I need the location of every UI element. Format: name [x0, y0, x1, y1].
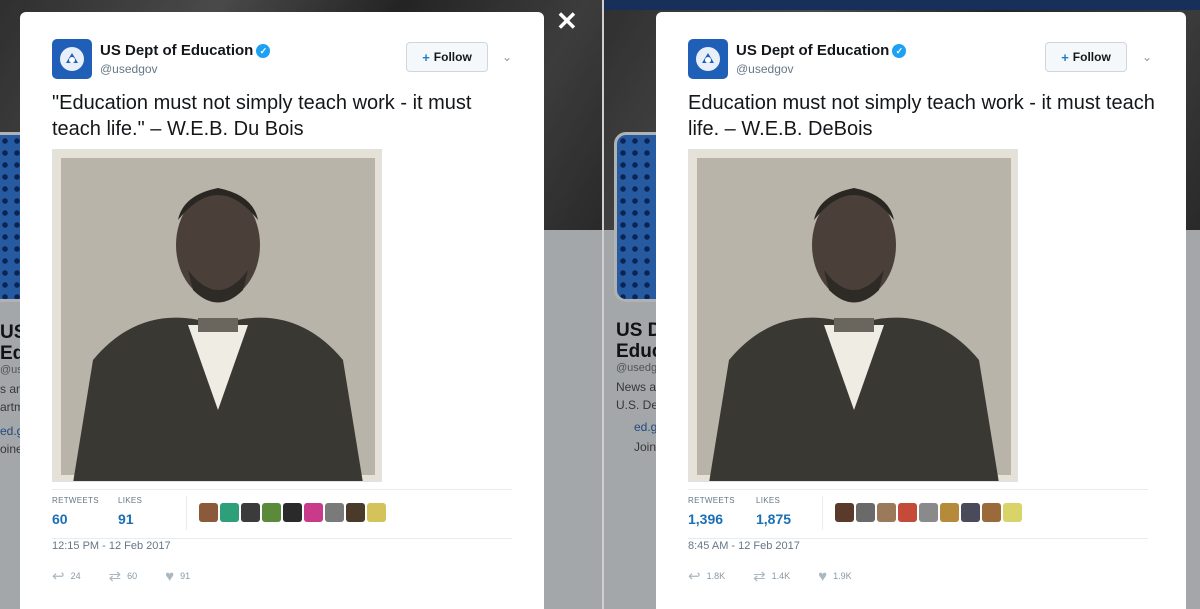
liker-avatar[interactable] [1003, 503, 1022, 522]
tweet-actions: ↩ 24 ⇄ 60 ♥ 91 [52, 567, 190, 586]
liker-avatar[interactable] [919, 503, 938, 522]
like-count: 1.9K [833, 571, 852, 581]
tweet-stats: RETWEETS 60 LIKES 91 [52, 489, 512, 539]
retweets-label: RETWEETS [688, 496, 735, 505]
liker-avatar[interactable] [241, 503, 260, 522]
account-name[interactable]: US Dept of Education ✓ [100, 42, 271, 59]
retweets-stat[interactable]: RETWEETS 60 [52, 496, 99, 527]
tweet-photo[interactable] [52, 149, 382, 482]
tweet-photo[interactable] [688, 149, 1018, 482]
tweet-text: "Education must not simply teach work - … [52, 92, 472, 140]
account-name-text[interactable]: US Dept of Education [100, 42, 253, 59]
stats-divider [186, 496, 187, 530]
left-screenshot: US De Educa @usedg s and artme ed.go oin… [0, 0, 602, 609]
liker-avatar[interactable] [346, 503, 365, 522]
likes-label: LIKES [118, 496, 143, 505]
reply-count: 24 [70, 571, 81, 581]
liker-avatar[interactable] [877, 503, 896, 522]
verified-icon: ✓ [892, 44, 907, 58]
liker-avatar[interactable] [283, 503, 302, 522]
liker-avatar[interactable] [940, 503, 959, 522]
liker-avatar[interactable] [961, 503, 980, 522]
liker-avatars [199, 503, 386, 522]
like-button[interactable]: ♥ 1.9K [818, 567, 851, 585]
chevron-down-icon[interactable]: ⌄ [502, 50, 512, 64]
retweets-count[interactable]: 60 [52, 511, 99, 527]
tweet-text: Education must not simply teach work - i… [688, 92, 1155, 140]
like-button[interactable]: ♥ 91 [165, 567, 190, 585]
liker-avatar[interactable] [220, 503, 239, 522]
tweet-card: US Dept of Education ✓ @usedgov + Follow … [20, 12, 544, 609]
account-name-text[interactable]: US Dept of Education [736, 42, 889, 59]
retweet-count: 1.4K [771, 571, 791, 581]
retweet-icon: ⇄ [108, 568, 122, 585]
follow-label: Follow [433, 50, 472, 64]
reply-count: 1.8K [706, 571, 726, 581]
likes-stat[interactable]: LIKES 1,875 [756, 496, 791, 527]
account-handle[interactable]: @usedgov [100, 62, 158, 76]
liker-avatar[interactable] [304, 503, 323, 522]
tweet-timestamp[interactable]: 8:45 AM - 12 Feb 2017 [688, 540, 800, 552]
heart-icon: ♥ [165, 567, 175, 585]
person-plus-icon: + [1061, 49, 1069, 65]
retweet-icon: ⇄ [753, 568, 766, 585]
stats-divider [822, 496, 823, 530]
retweet-count: 60 [127, 571, 138, 581]
portrait-photo [689, 150, 1017, 481]
likes-count[interactable]: 91 [118, 511, 142, 527]
liker-avatar[interactable] [262, 503, 281, 522]
reply-icon: ↩ [52, 568, 65, 585]
portrait-photo [53, 150, 381, 481]
tweet-stats: RETWEETS 1,396 LIKES 1,875 [688, 489, 1148, 539]
account-avatar[interactable] [52, 39, 92, 79]
retweet-button[interactable]: ⇄ 1.4K [753, 567, 790, 585]
liker-avatar[interactable] [325, 503, 344, 522]
verified-icon: ✓ [256, 44, 271, 58]
retweets-stat[interactable]: RETWEETS 1,396 [688, 496, 735, 527]
right-screenshot: US D Educ @usedg News a U.S. De ed.g Joi… [604, 0, 1200, 609]
account-avatar[interactable] [688, 39, 728, 79]
tweet-actions: ↩ 1.8K ⇄ 1.4K ♥ 1.9K [688, 567, 852, 586]
liker-avatar[interactable] [856, 503, 875, 522]
follow-button[interactable]: + Follow [406, 42, 488, 72]
likes-label: LIKES [756, 496, 781, 505]
follow-label: Follow [1072, 50, 1111, 64]
like-count: 91 [180, 571, 191, 581]
retweet-button[interactable]: ⇄ 60 [109, 567, 138, 585]
liker-avatar[interactable] [367, 503, 386, 522]
close-icon[interactable]: ✕ [556, 8, 578, 34]
follow-button[interactable]: + Follow [1045, 42, 1127, 72]
retweets-label: RETWEETS [52, 496, 99, 505]
education-seal-icon [696, 47, 720, 71]
reply-button[interactable]: ↩ 24 [52, 567, 81, 585]
reply-icon: ↩ [688, 568, 701, 585]
likes-stat[interactable]: LIKES 91 [118, 496, 142, 527]
tweet-timestamp[interactable]: 12:15 PM - 12 Feb 2017 [52, 540, 171, 552]
liker-avatar[interactable] [898, 503, 917, 522]
chevron-down-icon[interactable]: ⌄ [1142, 50, 1152, 64]
reply-button[interactable]: ↩ 1.8K [688, 567, 725, 585]
account-name[interactable]: US Dept of Education ✓ [736, 42, 907, 59]
account-handle[interactable]: @usedgov [736, 62, 794, 76]
person-plus-icon: + [422, 49, 430, 65]
likes-count[interactable]: 1,875 [756, 511, 791, 527]
education-seal-icon [60, 47, 84, 71]
liker-avatar[interactable] [835, 503, 854, 522]
liker-avatars [835, 503, 1022, 522]
tweet-card: US Dept of Education ✓ @usedgov + Follow … [656, 12, 1186, 609]
retweets-count[interactable]: 1,396 [688, 511, 735, 527]
liker-avatar[interactable] [199, 503, 218, 522]
liker-avatar[interactable] [982, 503, 1001, 522]
heart-icon: ♥ [818, 567, 828, 585]
